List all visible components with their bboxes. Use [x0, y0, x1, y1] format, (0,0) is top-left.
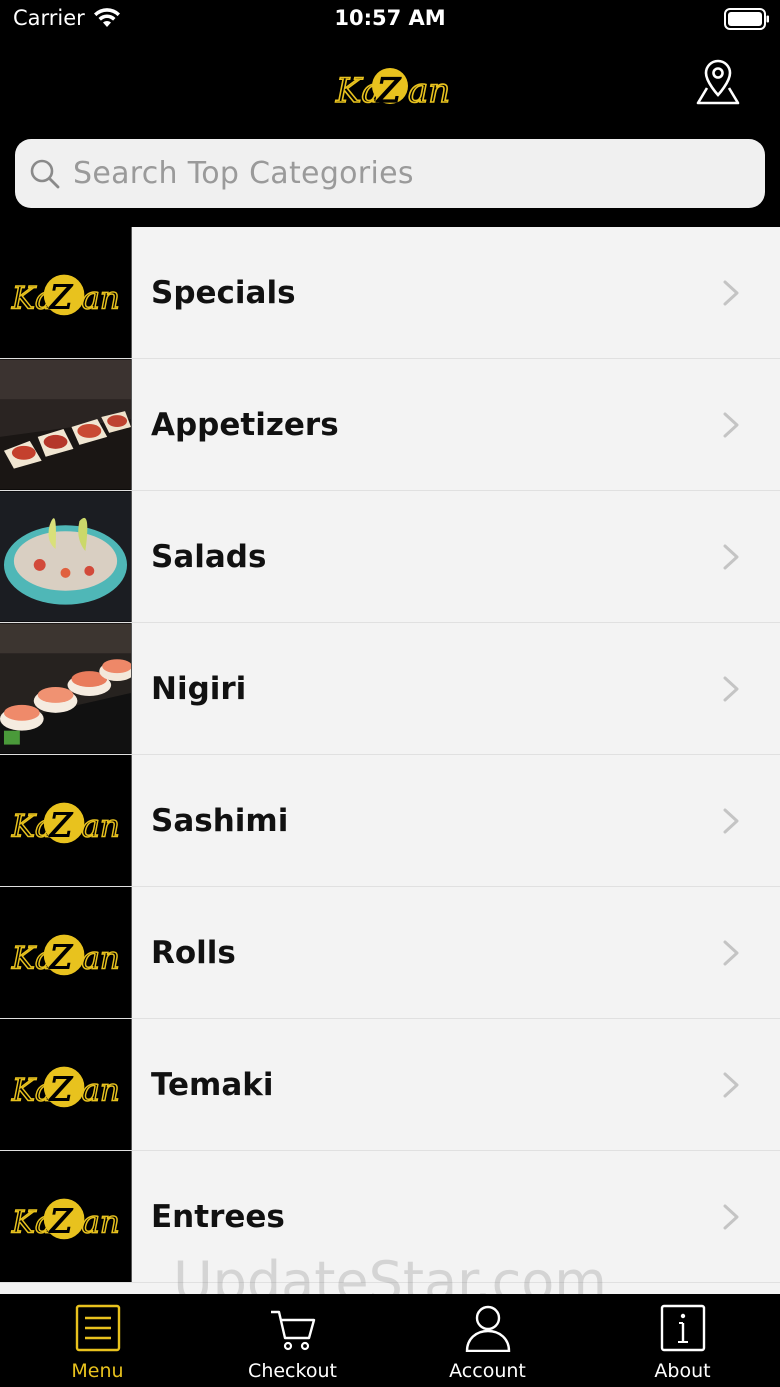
category-row-temaki[interactable]: Ka Z an Temaki	[0, 1019, 780, 1151]
svg-text:Z: Z	[48, 805, 73, 844]
category-logo-thumbnail: Ka Z an	[0, 887, 132, 1018]
category-label: Sashimi	[151, 802, 289, 839]
category-row-nigiri[interactable]: Nigiri	[0, 623, 780, 755]
category-row-sashimi[interactable]: Ka Z an Sashimi	[0, 755, 780, 887]
person-icon	[465, 1305, 510, 1352]
svg-text:Ka: Ka	[10, 808, 53, 844]
tab-account-label: Account	[449, 1360, 526, 1382]
tab-bar: Menu Checkout Account About	[0, 1294, 780, 1387]
svg-text:an: an	[81, 1072, 119, 1108]
status-bar: Carrier 10:57 AM	[0, 0, 780, 42]
location-button[interactable]	[690, 54, 746, 110]
svg-text:an: an	[81, 940, 119, 976]
category-row-rolls[interactable]: Ka Z an Rolls	[0, 887, 780, 1019]
cart-icon	[270, 1310, 315, 1351]
svg-text:an: an	[408, 71, 450, 111]
chevron-right-icon	[723, 676, 739, 701]
svg-text:an: an	[81, 808, 119, 844]
tab-menu-label: Menu	[71, 1360, 124, 1382]
menu-list-icon	[75, 1304, 120, 1352]
tab-about[interactable]: About	[585, 1294, 780, 1387]
svg-text:Z: Z	[48, 937, 73, 976]
category-logo-thumbnail: Ka Z an	[0, 1019, 132, 1150]
svg-text:Z: Z	[376, 71, 402, 111]
category-row-entrees[interactable]: Ka Z an Entrees	[0, 1151, 780, 1283]
category-label: Entrees	[151, 1198, 285, 1235]
svg-text:Z: Z	[48, 1069, 73, 1108]
chevron-right-icon	[723, 808, 739, 833]
tab-account[interactable]: Account	[390, 1294, 585, 1387]
info-icon	[660, 1304, 705, 1352]
category-logo-thumbnail: Ka Z an	[0, 227, 132, 358]
tab-checkout[interactable]: Checkout	[195, 1294, 390, 1387]
svg-text:Z: Z	[48, 277, 73, 316]
category-label: Salads	[151, 538, 267, 575]
category-row-salads[interactable]: Salads	[0, 491, 780, 623]
search-bar[interactable]	[15, 139, 765, 208]
chevron-right-icon	[723, 1072, 739, 1097]
category-label: Appetizers	[151, 406, 339, 443]
chevron-right-icon	[723, 544, 739, 569]
tab-menu[interactable]: Menu	[0, 1294, 195, 1387]
svg-text:Ka: Ka	[10, 1204, 53, 1240]
tab-checkout-label: Checkout	[248, 1360, 337, 1382]
chevron-right-icon	[723, 280, 739, 305]
map-pin-icon	[696, 59, 740, 105]
chevron-right-icon	[723, 1204, 739, 1229]
category-label: Nigiri	[151, 670, 247, 707]
category-list: Ka Z an Specials Appetizers Salads Nigir…	[0, 227, 780, 1294]
chevron-right-icon	[723, 940, 739, 965]
category-row-appetizers[interactable]: Appetizers	[0, 359, 780, 491]
category-row-specials[interactable]: Ka Z an Specials	[0, 227, 780, 359]
svg-text:Ka: Ka	[10, 940, 53, 976]
category-logo-thumbnail: Ka Z an	[0, 1151, 132, 1282]
svg-text:Ka: Ka	[10, 280, 53, 316]
search-icon	[30, 159, 60, 188]
kaizan-logo: Ka Z an	[330, 52, 451, 112]
battery-icon	[724, 8, 770, 34]
svg-text:Ka: Ka	[10, 1072, 53, 1108]
chevron-right-icon	[723, 412, 739, 437]
category-photo-thumbnail	[0, 359, 132, 490]
svg-text:Z: Z	[48, 1201, 73, 1240]
search-input[interactable]	[73, 156, 733, 191]
category-label: Temaki	[151, 1066, 274, 1103]
clock: 10:57 AM	[334, 6, 446, 30]
app-header: Ka Z an	[0, 42, 780, 132]
category-label: Rolls	[151, 934, 236, 971]
category-label: Specials	[151, 274, 296, 311]
category-photo-thumbnail	[0, 491, 132, 622]
category-logo-thumbnail: Ka Z an	[0, 755, 132, 886]
category-photo-thumbnail	[0, 623, 132, 754]
svg-text:an: an	[81, 280, 119, 316]
svg-text:Ka: Ka	[335, 71, 382, 111]
tab-about-label: About	[654, 1360, 711, 1382]
svg-text:an: an	[81, 1204, 119, 1240]
